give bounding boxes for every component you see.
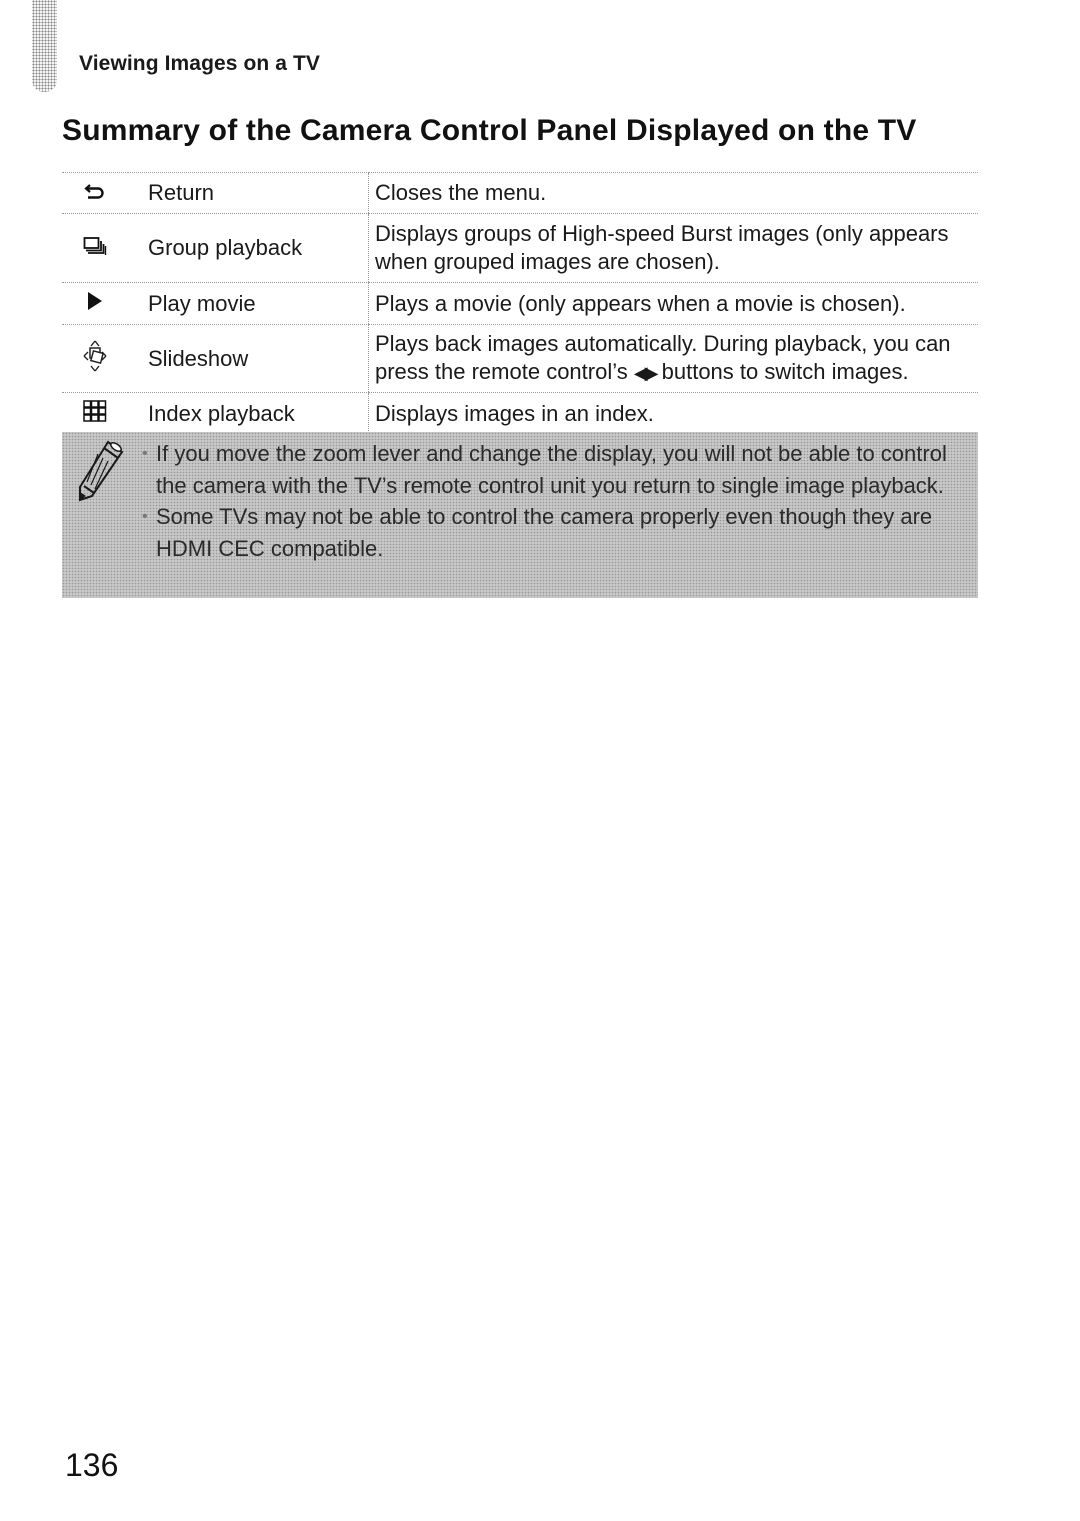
row-label: Slideshow	[128, 324, 369, 393]
page-number: 136	[65, 1447, 119, 1483]
row-label: Return	[128, 172, 369, 214]
group-playback-icon	[83, 236, 107, 262]
row-label: Index playback	[128, 392, 369, 436]
control-panel-summary-table: Return Closes the menu. Group playback D…	[62, 172, 978, 436]
note-list: If you move the zoom lever and change th…	[142, 438, 972, 564]
table-row: Play movie Plays a movie (only appears w…	[62, 282, 978, 325]
icon-cell	[62, 282, 128, 325]
row-description: Displays images in an index.	[368, 392, 978, 436]
note-box: If you move the zoom lever and change th…	[62, 432, 978, 598]
table-row: Slideshow Plays back images automaticall…	[62, 324, 978, 393]
play-icon	[86, 291, 104, 317]
note-item: Some TVs may not be able to control the …	[142, 501, 972, 564]
table-row: Group playback Displays groups of High-s…	[62, 213, 978, 283]
row-label: Group playback	[128, 213, 369, 283]
icon-cell	[62, 392, 128, 436]
description-text: buttons to switch images.	[655, 358, 909, 384]
slideshow-icon	[82, 340, 108, 378]
icon-cell	[62, 324, 128, 393]
row-description: Displays groups of High-speed Burst imag…	[368, 213, 978, 283]
icon-cell	[62, 172, 128, 214]
page-title: Summary of the Camera Control Panel Disp…	[62, 114, 917, 147]
table-row: Return Closes the menu.	[62, 172, 978, 214]
row-description: Plays a movie (only appears when a movie…	[368, 282, 978, 325]
table-row: Index playback Displays images in an ind…	[62, 392, 978, 436]
section-header: Viewing Images on a TV	[79, 52, 321, 75]
row-label: Play movie	[128, 282, 369, 325]
note-item: If you move the zoom lever and change th…	[142, 438, 972, 501]
icon-cell	[62, 213, 128, 283]
index-playback-icon	[83, 400, 107, 428]
pencil-icon	[76, 438, 126, 509]
return-icon	[84, 181, 106, 207]
chapter-tab-marker	[32, 0, 57, 92]
left-right-arrow-buttons-icon: ◀▶	[633, 363, 659, 384]
row-description: Closes the menu.	[368, 172, 978, 214]
row-description: Plays back images automatically. During …	[368, 324, 978, 393]
